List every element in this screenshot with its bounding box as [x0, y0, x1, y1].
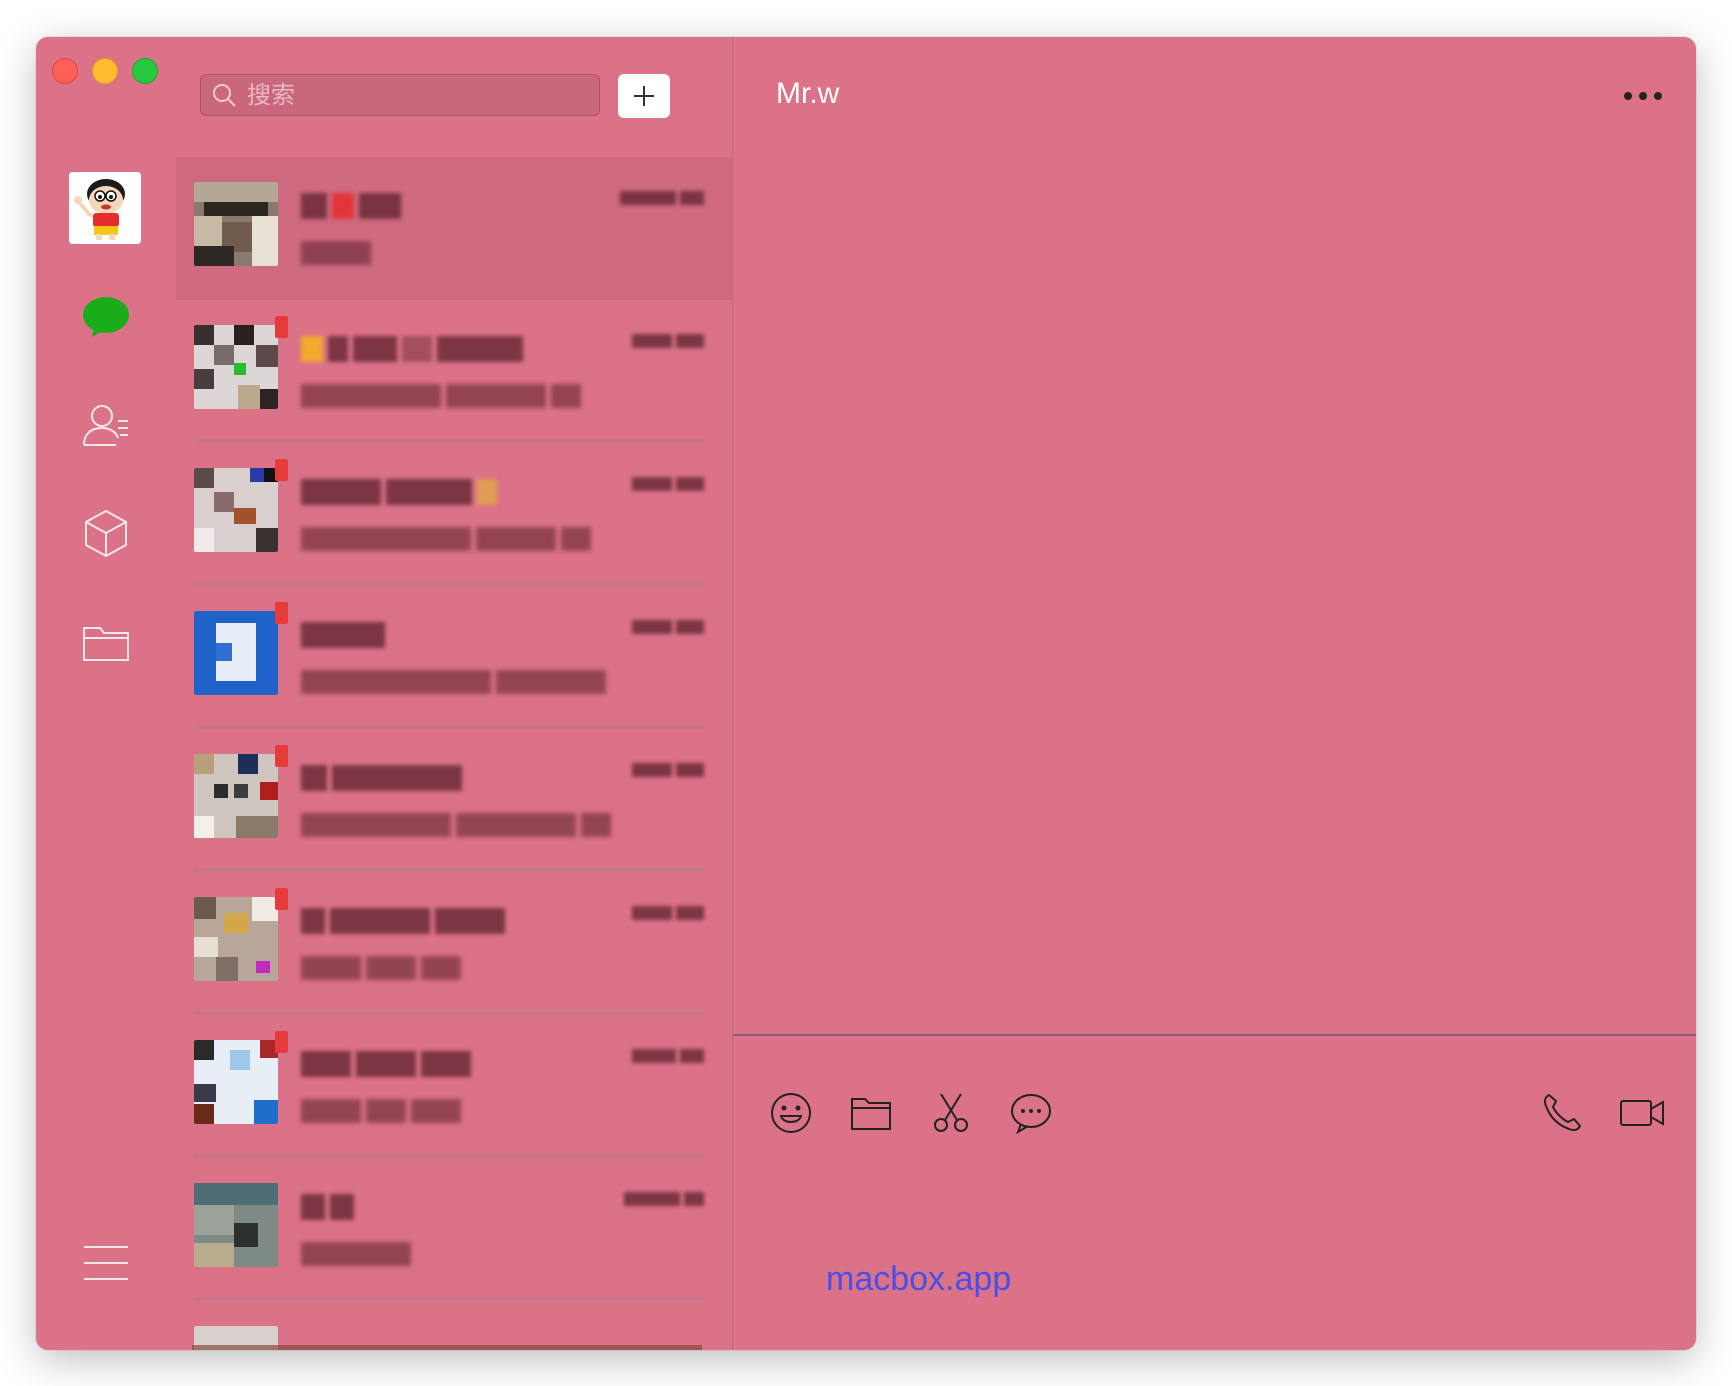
chat-list-item[interactable] [176, 443, 732, 586]
chat-list-item[interactable] [176, 872, 732, 1015]
chats-nav-button[interactable] [80, 291, 132, 343]
chat-avatar [194, 1183, 278, 1267]
plus-icon [634, 86, 654, 106]
chat-list-item[interactable] [176, 729, 732, 872]
chat-preview-obscured [301, 241, 371, 265]
conversation-panel: Mr.w macbox.app [733, 37, 1696, 1350]
chat-title-obscured [301, 1051, 471, 1077]
search-input[interactable] [245, 80, 589, 110]
contacts-icon [83, 405, 128, 446]
chat-time-obscured [620, 191, 704, 205]
chat-history-button[interactable] [1005, 1087, 1057, 1139]
unread-badge [275, 602, 288, 624]
chat-title-obscured [301, 765, 462, 791]
chat-history-icon [1011, 1094, 1051, 1134]
hamburger-menu-icon [84, 1246, 128, 1280]
unread-badge [275, 459, 288, 481]
chat-title-obscured [301, 622, 385, 648]
left-nav-bar [36, 37, 176, 1350]
chat-avatar [194, 611, 278, 695]
chat-avatar [194, 754, 278, 838]
chat-title-obscured [301, 336, 523, 362]
chat-list-panel [176, 37, 733, 1350]
contacts-nav-button[interactable] [80, 399, 132, 451]
unread-badge [275, 745, 288, 767]
chat-preview-obscured [301, 1099, 461, 1123]
unread-badge [275, 316, 288, 338]
chat-preview-obscured [301, 813, 611, 837]
add-chat-button[interactable] [618, 74, 670, 118]
chat-list-item[interactable] [176, 300, 732, 443]
unread-badge [275, 1031, 288, 1053]
search-icon [213, 84, 236, 107]
chat-time-obscured [624, 1192, 704, 1206]
folder-icon [83, 627, 129, 661]
chat-avatar [194, 1040, 278, 1124]
emoji-button[interactable] [765, 1087, 817, 1139]
chat-title-obscured [301, 479, 497, 505]
chat-preview-obscured [301, 956, 461, 980]
phone-call-icon [1544, 1094, 1581, 1131]
message-input-separator [733, 1034, 1696, 1036]
cube-icon [85, 509, 127, 558]
conversation-title: Mr.w [776, 77, 840, 110]
watermark-text: macbox.app [826, 1260, 1012, 1298]
settings-menu-button[interactable] [80, 1237, 132, 1289]
app-window: Mr.w [36, 37, 1696, 1350]
chat-time-obscured [632, 906, 704, 920]
chat-time-obscured [632, 620, 704, 634]
unread-badge [275, 888, 288, 910]
chat-avatar [194, 897, 278, 981]
chat-title-obscured [301, 193, 401, 219]
search-box[interactable] [200, 74, 600, 116]
chat-list-item[interactable] [176, 586, 732, 729]
scissors-icon [934, 1093, 968, 1132]
chat-time-obscured [632, 763, 704, 777]
chat-preview-obscured [301, 527, 591, 551]
chat-list-item[interactable] [176, 1015, 732, 1158]
chat-avatar [194, 325, 278, 409]
video-call-icon [1620, 1100, 1664, 1126]
chat-title-obscured [301, 908, 505, 934]
emoji-icon [771, 1093, 811, 1133]
voice-call-button[interactable] [1536, 1087, 1588, 1139]
chat-avatar [194, 182, 278, 266]
folder-icon [851, 1098, 891, 1130]
chat-preview-obscured [301, 670, 606, 694]
chat-time-obscured [632, 477, 704, 491]
send-file-button[interactable] [845, 1087, 897, 1139]
video-call-button[interactable] [1616, 1087, 1668, 1139]
screenshot-button[interactable] [925, 1087, 977, 1139]
chat-time-obscured [632, 1049, 704, 1063]
avatar-cartoon-image [69, 172, 141, 244]
more-options-button[interactable] [1618, 81, 1668, 111]
chat-list-item[interactable] [176, 1301, 732, 1350]
chat-list-item[interactable] [176, 1158, 732, 1301]
chat-preview-obscured [301, 384, 581, 408]
chat-bubble-icon [83, 297, 129, 337]
chat-preview-obscured [301, 1242, 411, 1266]
chat-time-obscured [632, 334, 704, 348]
user-avatar[interactable] [69, 172, 141, 244]
chat-title-obscured [301, 1194, 354, 1220]
chat-avatar [194, 468, 278, 552]
more-dots-icon [1624, 92, 1662, 100]
list-edge [192, 1345, 702, 1350]
mini-programs-nav-button[interactable] [80, 507, 132, 559]
chat-list-item[interactable] [176, 157, 732, 300]
files-nav-button[interactable] [80, 617, 132, 669]
